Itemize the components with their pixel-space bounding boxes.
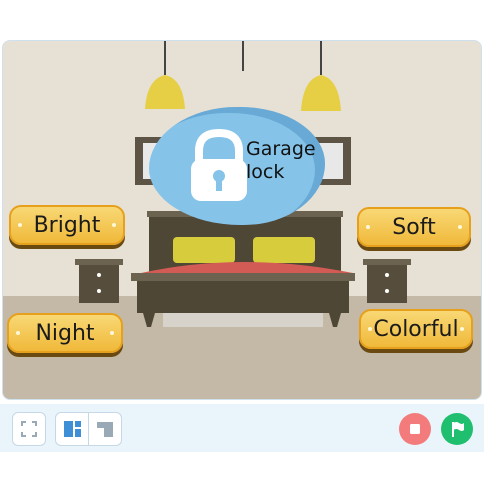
pill-dot <box>458 225 462 229</box>
garage-lock-label: Garage lock <box>246 138 316 183</box>
lock-icon <box>191 129 247 201</box>
pill-dot <box>460 327 464 331</box>
layout-small-icon <box>97 422 113 437</box>
pill-dot <box>16 331 20 335</box>
pill-dot <box>366 225 370 229</box>
night-button[interactable]: Night <box>7 313 123 353</box>
fullscreen-button[interactable] <box>12 412 46 446</box>
green-flag-icon <box>452 422 464 437</box>
pill-dot <box>18 223 22 227</box>
pill-dot <box>112 223 116 227</box>
garage-lock-button[interactable]: Garage lock <box>149 107 325 225</box>
soft-label: Soft <box>392 214 436 240</box>
colorful-button[interactable]: Colorful <box>359 309 473 349</box>
fullscreen-icon <box>21 421 37 437</box>
pill-dot <box>110 331 114 335</box>
layout-small-button[interactable] <box>88 412 122 446</box>
stop-button[interactable] <box>399 413 431 445</box>
layout-normal-icon <box>64 421 81 437</box>
stage[interactable]: Garage lock Bright Soft Night Colorful <box>2 40 482 400</box>
pill-dot <box>368 327 372 331</box>
night-label: Night <box>35 320 95 346</box>
player-toolbar <box>0 404 484 452</box>
layout-normal-button[interactable] <box>55 412 89 446</box>
bright-label: Bright <box>33 212 101 238</box>
colorful-label: Colorful <box>373 316 459 342</box>
go-button[interactable] <box>441 413 473 445</box>
bright-button[interactable]: Bright <box>9 205 125 245</box>
soft-button[interactable]: Soft <box>357 207 471 247</box>
stop-icon <box>410 424 420 434</box>
